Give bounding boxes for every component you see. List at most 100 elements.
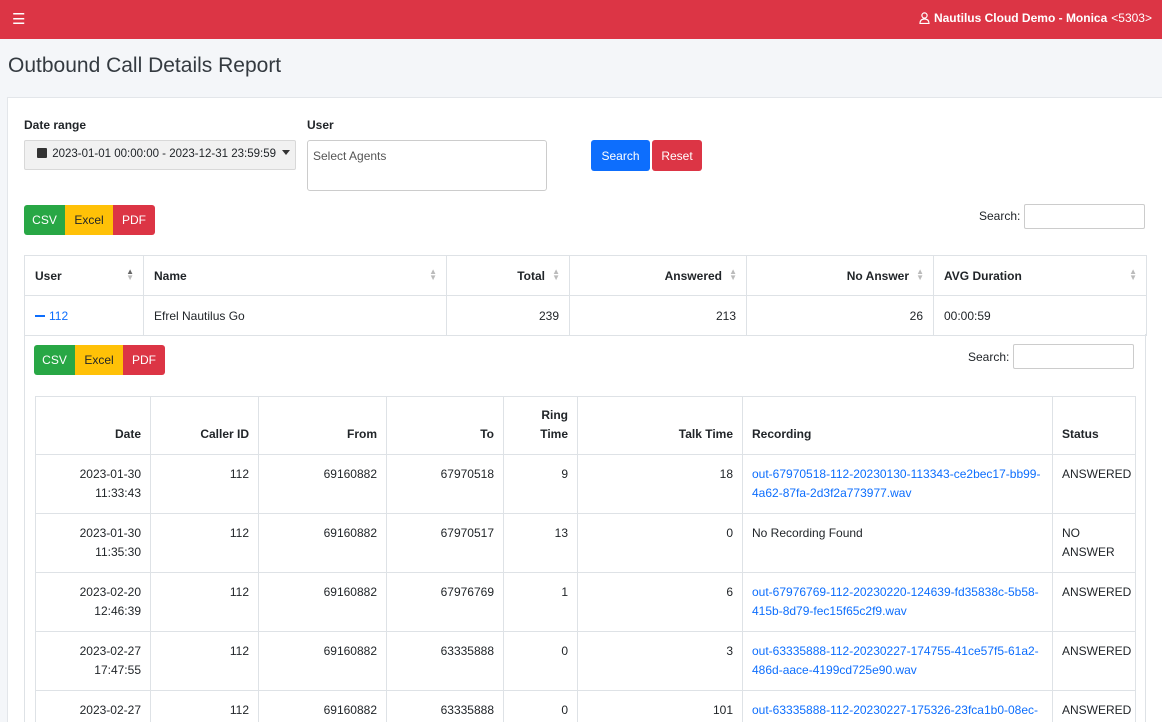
- from-cell: 69160882: [258, 513, 387, 573]
- calendar-icon: [37, 148, 47, 158]
- reset-button[interactable]: Reset: [652, 140, 702, 171]
- from-cell: 69160882: [258, 572, 387, 632]
- recording-link[interactable]: out-63335888-112-20230227-174755-41ce57f…: [752, 644, 1039, 677]
- agents-select[interactable]: Select Agents: [307, 140, 547, 191]
- to-cell: 67970517: [386, 513, 504, 573]
- detail-table: Date Caller ID From To Ring Time Talk Ti…: [35, 396, 1136, 722]
- date-cell: 2023-01-30 11:33:43: [35, 454, 151, 514]
- sort-asc-icon: ▲ ▼: [126, 267, 134, 282]
- from-cell: 69160882: [258, 690, 387, 722]
- detail-rows: 2023-01-30 11:33:43 112 69160882 67970518 9 1…: [35, 454, 1136, 722]
- csv-export-button[interactable]: CSV: [24, 205, 65, 235]
- collapse-icon[interactable]: [35, 315, 45, 318]
- ring-time-cell: 13: [503, 513, 578, 573]
- summary-search-label: Search:: [979, 209, 1021, 223]
- report-card: Date range 2023-01-01 00:00:00 - 2023-12…: [7, 97, 1162, 722]
- no-answer-cell: 26: [746, 295, 934, 336]
- to-cell: 67970518: [386, 454, 504, 514]
- col-talk-time[interactable]: Talk Time: [577, 396, 743, 455]
- date-cell: 2023-02-27 17:47:55: [35, 631, 151, 691]
- caller-id-cell: 112: [150, 572, 259, 632]
- col-no-answer[interactable]: No Answer ▲ ▼: [746, 255, 934, 296]
- to-cell: 67976769: [386, 572, 504, 632]
- csv-export-button[interactable]: CSV: [34, 345, 75, 375]
- pdf-export-button[interactable]: PDF: [113, 205, 155, 235]
- date-cell: 2023-02-27: [35, 690, 151, 722]
- talk-time-cell: 6: [577, 572, 743, 632]
- user-link[interactable]: 112: [49, 309, 68, 323]
- total-cell: 239: [446, 295, 570, 336]
- user-menu[interactable]: Nautilus Cloud Demo - Monica <5303>: [919, 11, 1152, 25]
- detail-search-label: Search:: [968, 350, 1010, 364]
- summary-export-buttons: CSV Excel PDF: [24, 205, 155, 235]
- talk-time-cell: 3: [577, 631, 743, 691]
- user-extension: <5303>: [1111, 11, 1152, 25]
- recording-cell: out-63335888-112-20230227-174755-41ce57f…: [742, 631, 1053, 691]
- table-row: 2023-02-20 12:46:39 112 69160882 67976769 1 6…: [35, 572, 1136, 632]
- caller-id-cell: 112: [150, 513, 259, 573]
- user-name: Nautilus Cloud Demo - Monica: [933, 11, 1108, 25]
- col-avg-duration[interactable]: AVG Duration ▲ ▼: [933, 255, 1147, 296]
- user-icon: [919, 12, 930, 24]
- recording-cell: out-63335888-112-20230227-175326-23fca1b…: [742, 690, 1053, 722]
- caller-id-cell: 112: [150, 631, 259, 691]
- date-range-picker[interactable]: 2023-01-01 00:00:00 - 2023-12-31 23:59:5…: [24, 140, 296, 170]
- col-to[interactable]: To: [386, 396, 504, 455]
- summary-row: 112 Efrel Nautilus Go 239 213 26 00:00:5…: [24, 295, 1147, 336]
- col-status[interactable]: Status: [1052, 396, 1136, 455]
- page-title: Outbound Call Details Report: [8, 54, 282, 77]
- status-cell: ANSWERED: [1052, 690, 1136, 722]
- talk-time-cell: 0: [577, 513, 743, 573]
- sort-icon: ▲ ▼: [729, 267, 737, 282]
- summary-search-input[interactable]: [1024, 204, 1145, 229]
- ring-time-cell: 0: [503, 631, 578, 691]
- user-cell[interactable]: 112: [24, 295, 144, 336]
- col-total[interactable]: Total ▲ ▼: [446, 255, 570, 296]
- col-answered[interactable]: Answered ▲ ▼: [569, 255, 747, 296]
- col-recording[interactable]: Recording: [742, 396, 1053, 455]
- sort-icon: ▲ ▼: [916, 267, 924, 282]
- ring-time-cell: 1: [503, 572, 578, 632]
- table-row: 2023-01-30 11:33:43 112 69160882 67970518 9 1…: [35, 454, 1136, 514]
- search-button[interactable]: Search: [591, 140, 650, 171]
- status-cell: ANSWERED: [1052, 631, 1136, 691]
- answered-cell: 213: [569, 295, 747, 336]
- recording-link[interactable]: out-67970518-112-20230130-113343-ce2bec1…: [752, 467, 1040, 500]
- pdf-export-button[interactable]: PDF: [123, 345, 165, 375]
- recording-cell: No Recording Found: [742, 513, 1053, 573]
- status-cell: ANSWERED: [1052, 454, 1136, 514]
- col-name[interactable]: Name ▲ ▼: [143, 255, 447, 296]
- detail-header-row: Date Caller ID From To Ring Time Talk Ti…: [35, 396, 1136, 455]
- user-filter-label: User: [307, 118, 334, 132]
- recording-link[interactable]: out-63335888-112-20230227-175326-23fca1b…: [752, 703, 1038, 717]
- talk-time-cell: 18: [577, 454, 743, 514]
- caller-id-cell: 112: [150, 454, 259, 514]
- table-row: 2023-02-27 112 69160882 63335888 0 101 out-633…: [35, 690, 1136, 722]
- summary-header-row: User ▲ ▼ Name ▲ ▼ Total ▲ ▼ Answered ▲ ▼ No Answ…: [24, 255, 1147, 296]
- table-row: 2023-02-27 17:47:55 112 69160882 63335888 0 3…: [35, 631, 1136, 691]
- hamburger-icon[interactable]: ☰: [12, 10, 25, 28]
- ring-time-cell: 0: [503, 690, 578, 722]
- col-ring-time[interactable]: Ring Time: [503, 396, 578, 455]
- summary-table: User ▲ ▼ Name ▲ ▼ Total ▲ ▼ Answered ▲ ▼ No Answ…: [24, 255, 1147, 336]
- recording-cell: out-67976769-112-20230220-124639-fd35838…: [742, 572, 1053, 632]
- col-from[interactable]: From: [258, 396, 387, 455]
- table-row: 2023-01-30 11:35:30 112 69160882 67970517 13…: [35, 513, 1136, 573]
- status-cell: ANSWERED: [1052, 572, 1136, 632]
- recording-cell: out-67970518-112-20230130-113343-ce2bec1…: [742, 454, 1053, 514]
- from-cell: 69160882: [258, 454, 387, 514]
- col-user[interactable]: User ▲ ▼: [24, 255, 144, 296]
- col-date[interactable]: Date: [35, 396, 151, 455]
- detail-search-input[interactable]: [1013, 344, 1134, 369]
- recording-link[interactable]: out-67976769-112-20230220-124639-fd35838…: [752, 585, 1039, 618]
- excel-export-button[interactable]: Excel: [75, 345, 123, 375]
- date-cell: 2023-02-20 12:46:39: [35, 572, 151, 632]
- sort-icon: ▲ ▼: [429, 267, 437, 282]
- talk-time-cell: 101: [577, 690, 743, 722]
- avg-duration-cell: 00:00:59: [933, 295, 1147, 336]
- date-cell: 2023-01-30 11:35:30: [35, 513, 151, 573]
- excel-export-button[interactable]: Excel: [65, 205, 113, 235]
- date-range-label: Date range: [24, 118, 87, 132]
- col-caller-id[interactable]: Caller ID: [150, 396, 259, 455]
- top-navbar: ☰ Nautilus Cloud Demo - Monica <5303>: [0, 0, 1162, 39]
